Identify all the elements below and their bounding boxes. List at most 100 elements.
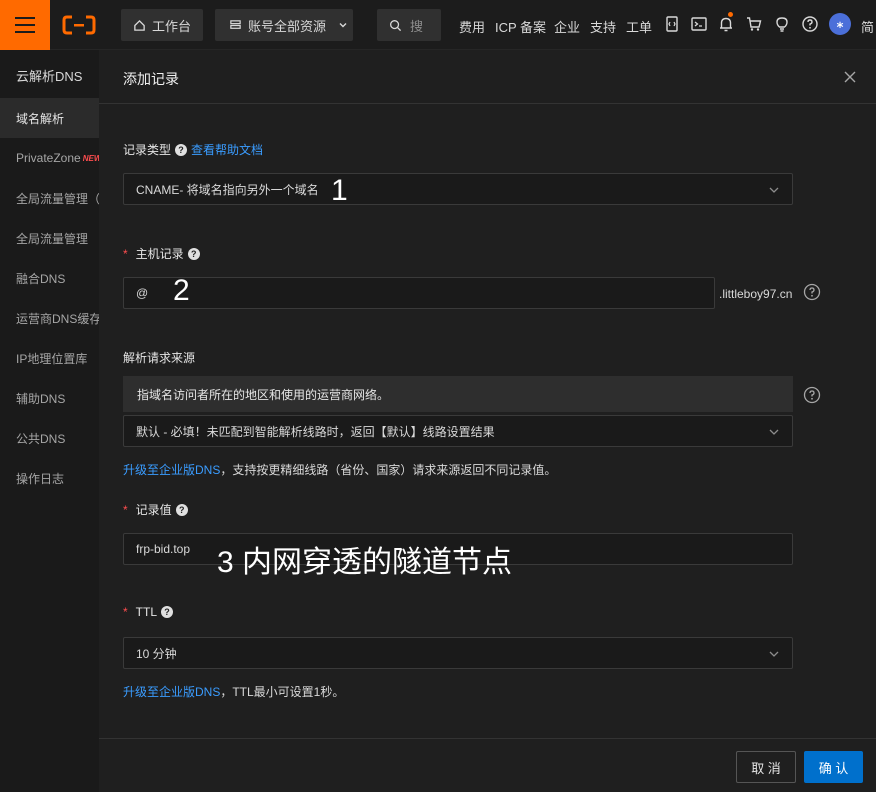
resources-dropdown[interactable]: 账号全部资源	[215, 9, 353, 41]
annotation-note-1: 1	[331, 174, 348, 207]
record-type-label-row: 记录类型 ? 查看帮助文档	[123, 141, 263, 158]
required-mark: *	[123, 502, 128, 517]
workbench-button[interactable]: 工作台	[121, 9, 203, 41]
sidebar-item-label: PrivateZone	[16, 151, 81, 165]
sidebar-item-label: 全局流量管理（	[16, 191, 99, 206]
resources-label: 账号全部资源	[248, 18, 327, 34]
annotation-note-2: 2	[173, 274, 190, 307]
panel-title: 添加记录	[123, 71, 179, 87]
stack-icon	[230, 19, 241, 29]
sidebar-item-label: 融合DNS	[16, 271, 66, 286]
help-icon[interactable]: ?	[175, 503, 188, 516]
ttl-upgrade-hint: 升级至企业版DNS，TTL最小可设置1秒。	[123, 683, 344, 700]
chevron-down-icon	[769, 651, 779, 657]
top-navigation-bar: 工作台 账号全部资源 搜 费用 ICP 备案 企业 支持 工单 ⁎ 简	[0, 0, 876, 50]
sidebar-item-label: 公共DNS	[16, 431, 66, 446]
help-icon[interactable]: ?	[175, 143, 188, 156]
sidebar-item-operation-log[interactable]: 操作日志	[0, 458, 99, 498]
chevron-down-icon	[339, 23, 347, 28]
ttl-label: TTL	[135, 605, 158, 619]
bell-icon[interactable]	[717, 15, 735, 33]
sidebar-item-privatezone[interactable]: PrivateZoneNEW	[0, 138, 99, 178]
sidebar-item-label: IP地理位置库	[16, 351, 88, 366]
help-icon[interactable]	[803, 386, 821, 404]
chevron-down-icon	[769, 187, 779, 193]
ttl-select[interactable]: 10 分钟	[123, 637, 793, 669]
upgrade-enterprise-link[interactable]: 升级至企业版DNS	[123, 463, 220, 477]
ttl-label-row: * TTL ?	[123, 605, 174, 619]
request-source-upgrade-hint: 升级至企业版DNS，支持按更精细线路（省份、国家）请求来源返回不同记录值。	[123, 461, 556, 478]
request-source-label-row: 解析请求来源	[123, 349, 195, 366]
required-mark: *	[123, 605, 128, 619]
home-icon	[134, 19, 145, 31]
request-source-tooltip: 指域名访问者所在的地区和使用的运营商网络。	[123, 376, 793, 412]
add-record-panel: 添加记录 记录类型 ? 查看帮助文档 CNAME- 将域名指向另外一个域名 1 …	[99, 50, 876, 792]
sidebar-item-label: 运营商DNS缓存	[16, 311, 99, 326]
close-icon[interactable]	[843, 70, 857, 84]
sidebar-item-public-dns[interactable]: 公共DNS	[0, 418, 99, 458]
sidebar-item-ip-geo[interactable]: IP地理位置库	[0, 338, 99, 378]
record-value-value: frp-bid.top	[136, 542, 191, 556]
sidebar-item-secondary-dns[interactable]: 辅助DNS	[0, 378, 99, 418]
record-type-value: CNAME- 将域名指向另外一个域名	[136, 182, 319, 197]
terminal-icon[interactable]	[690, 15, 708, 33]
link-ticket[interactable]: 工单	[626, 17, 652, 36]
record-type-select[interactable]: CNAME- 将域名指向另外一个域名	[123, 173, 793, 205]
confirm-button[interactable]: 确 认	[804, 751, 863, 783]
sidebar-item-gtm-new[interactable]: 全局流量管理（	[0, 178, 99, 218]
help-doc-link[interactable]: 查看帮助文档	[191, 141, 263, 158]
help-icon[interactable]	[803, 283, 821, 301]
annotation-note-3: 3 内网穿透的隧道节点	[217, 546, 513, 579]
lightbulb-icon[interactable]	[773, 15, 791, 33]
help-icon[interactable]	[801, 15, 819, 33]
panel-header: 添加记录	[99, 50, 876, 104]
upgrade-hint-text: ，支持按更精细线路（省份、国家）请求来源返回不同记录值。	[220, 463, 557, 477]
notification-dot	[728, 12, 733, 17]
tooltip-text: 指域名访问者所在的地区和使用的运营商网络。	[137, 387, 390, 402]
language-switch[interactable]: 简	[861, 17, 874, 36]
sidebar: 云解析DNS 域名解析 PrivateZoneNEW 全局流量管理（ 全局流量管…	[0, 50, 99, 792]
host-record-value: @	[136, 286, 149, 300]
search-icon	[390, 19, 402, 31]
sidebar-item-gtm[interactable]: 全局流量管理	[0, 218, 99, 258]
request-source-label: 解析请求来源	[123, 351, 196, 365]
search-input[interactable]: 搜	[377, 9, 441, 41]
sidebar-item-label: 域名解析	[16, 111, 65, 126]
avatar[interactable]: ⁎	[829, 13, 851, 35]
search-placeholder: 搜	[410, 18, 424, 34]
required-mark: *	[123, 246, 128, 261]
link-fees[interactable]: 费用	[459, 17, 485, 36]
record-type-label: 记录类型	[123, 143, 172, 157]
help-icon[interactable]: ?	[161, 606, 174, 618]
upgrade-hint-text: ，TTL最小可设置1秒。	[220, 685, 345, 699]
aliyun-logo-icon[interactable]	[62, 14, 96, 36]
chevron-down-icon	[769, 429, 779, 435]
record-value-label: 记录值	[135, 503, 172, 517]
sidebar-item-label: 全局流量管理	[16, 231, 89, 246]
host-record-input[interactable]: @	[123, 277, 715, 309]
request-source-select[interactable]: 默认 - 必填！未匹配到智能解析线路时，返回【默认】线路设置结果	[123, 415, 793, 447]
sidebar-item-fusion-dns[interactable]: 融合DNS	[0, 258, 99, 298]
help-icon[interactable]: ?	[187, 247, 200, 260]
upgrade-enterprise-link[interactable]: 升级至企业版DNS	[123, 685, 220, 699]
sidebar-item-label: 辅助DNS	[16, 391, 66, 406]
panel-footer: 取 消 确 认	[99, 738, 876, 792]
cancel-button[interactable]: 取 消	[736, 751, 796, 783]
cart-icon[interactable]	[745, 15, 763, 33]
sidebar-item-isp-dns-cache[interactable]: 运营商DNS缓存	[0, 298, 99, 338]
document-code-icon[interactable]	[663, 15, 681, 33]
host-record-label-row: * 主机记录 ?	[123, 245, 200, 262]
ttl-value: 10 分钟	[136, 646, 177, 661]
record-value-label-row: * 记录值 ?	[123, 501, 188, 518]
menu-icon[interactable]	[0, 0, 50, 50]
link-enterprise[interactable]: 企业	[554, 17, 580, 36]
link-icp[interactable]: ICP 备案	[495, 17, 546, 36]
host-record-label: 主机记录	[135, 247, 184, 261]
request-source-value: 默认 - 必填！未匹配到智能解析线路时，返回【默认】线路设置结果	[136, 424, 495, 439]
workbench-label: 工作台	[152, 18, 192, 34]
link-support[interactable]: 支持	[590, 17, 616, 36]
domain-suffix: .littleboy97.cn	[719, 287, 793, 301]
sidebar-title: 云解析DNS	[16, 69, 83, 84]
sidebar-item-domain-resolution[interactable]: 域名解析	[0, 98, 99, 138]
new-badge: NEW	[82, 153, 99, 163]
